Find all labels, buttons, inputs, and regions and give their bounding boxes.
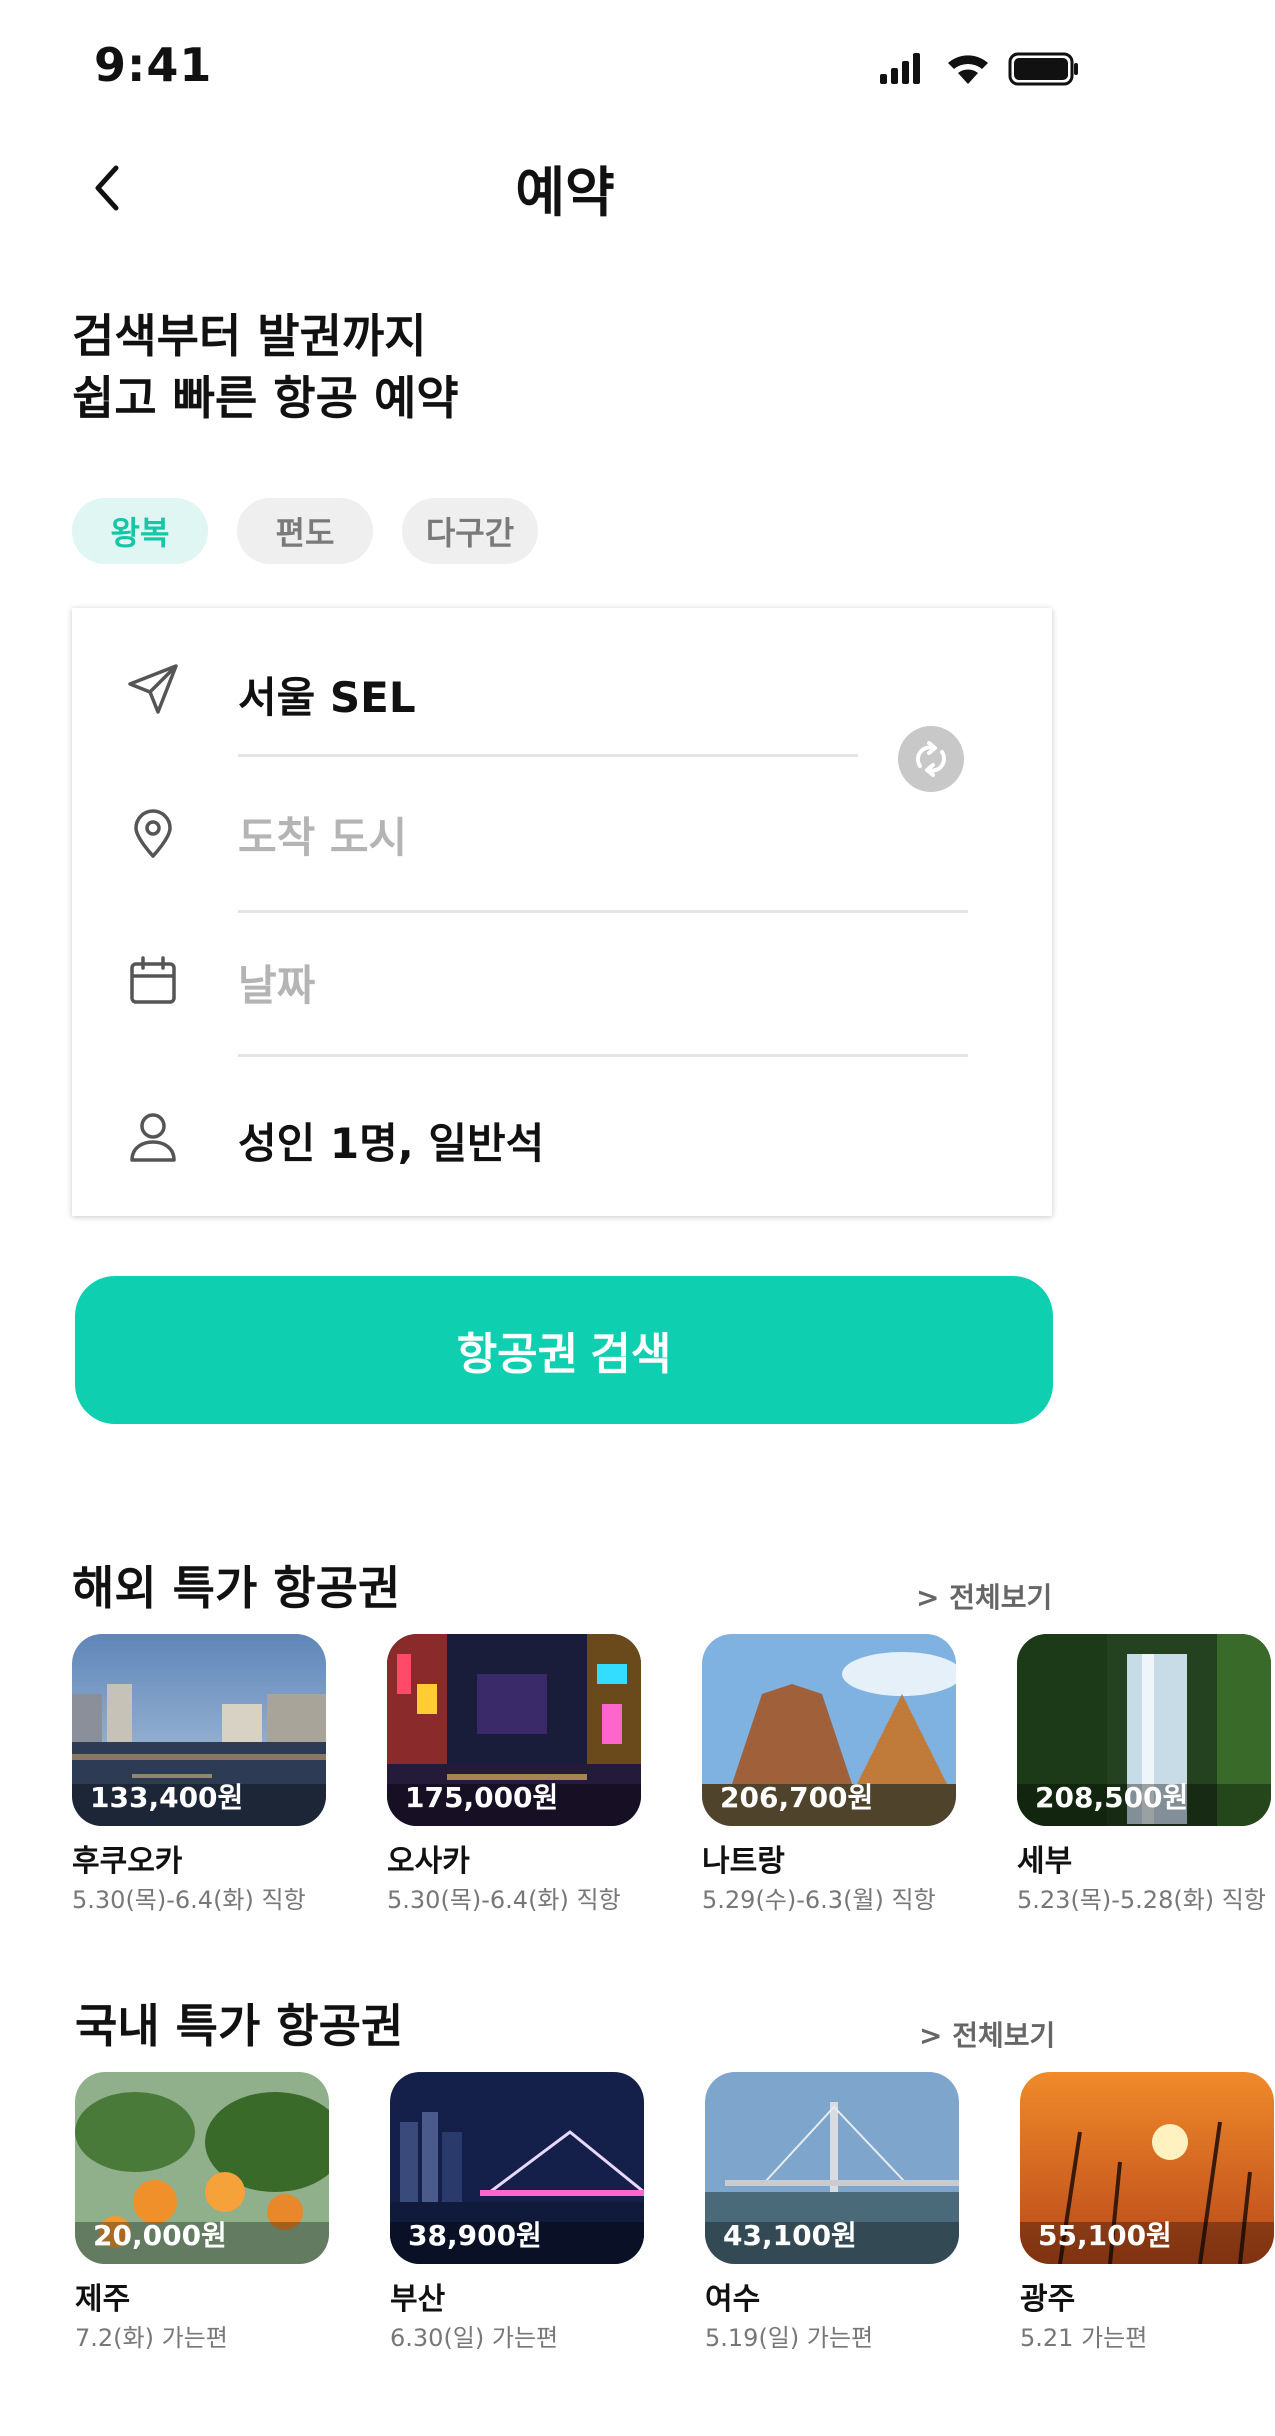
deal-date: 5.30(목)-6.4(화) 직항	[72, 1886, 306, 1914]
swap-icon	[916, 741, 946, 777]
deal-date: 6.30(일) 가는편	[390, 2324, 559, 2352]
deal-date: 7.2(화) 가는편	[75, 2324, 228, 2352]
deal-card-osaka[interactable]: 175,000원 오사카 5.30(목)-6.4(화) 직항	[387, 1634, 647, 1915]
date-field[interactable]: 날짜	[238, 952, 315, 1013]
deal-card-nha-trang[interactable]: 206,700원 나트랑 5.29(수)-6.3(월) 직항	[702, 1634, 962, 1915]
deal-card-yeosu[interactable]: 43,100원 여수 5.19(일) 가는편	[705, 2072, 965, 2353]
headline-line2: 쉽고 빠른 항공 예약	[72, 371, 459, 425]
deal-date: 5.30(목)-6.4(화) 직항	[387, 1886, 621, 1914]
headline-line1: 검색부터 발권까지	[72, 309, 427, 363]
deal-image: 206,700원	[702, 1634, 956, 1826]
domestic-see-all-link[interactable]: > 전체보기	[919, 2014, 1055, 2054]
deal-price: 175,000원	[405, 1781, 559, 1814]
deal-date: 5.21 가는편	[1020, 2324, 1148, 2352]
deal-price: 38,900원	[408, 2219, 542, 2252]
deal-city: 광주	[1020, 2282, 1076, 2317]
divider	[238, 754, 858, 757]
send-icon	[124, 660, 182, 718]
deal-image: 38,900원	[390, 2072, 644, 2264]
deal-price: 20,000원	[93, 2219, 227, 2252]
arrival-field[interactable]: 도착 도시	[238, 804, 407, 865]
deal-image: 43,100원	[705, 2072, 959, 2264]
deal-city: 오사카	[387, 1844, 470, 1879]
status-icons	[880, 48, 1080, 88]
page-title: 예약	[515, 161, 615, 224]
tab-one-way[interactable]: 편도	[237, 498, 373, 564]
headline: 검색부터 발권까지 쉽고 빠른 항공 예약	[72, 305, 459, 429]
deal-image: 175,000원	[387, 1634, 641, 1826]
signal-wifi-battery-icon	[880, 52, 1078, 86]
passenger-field[interactable]: 성인 1명, 일반석	[238, 1110, 544, 1171]
deal-card-gwangju[interactable]: 55,100원 광주 5.21 가는편	[1020, 2072, 1275, 2353]
deal-price: 133,400원	[90, 1781, 244, 1814]
person-icon	[124, 1108, 182, 1166]
deal-city: 세부	[1017, 1844, 1073, 1879]
search-form-card: 서울 SEL 도착 도시 날짜 성인 1명, 일반석	[72, 608, 1052, 1216]
deal-card-fukuoka[interactable]: 133,400원 후쿠오카 5.30(목)-6.4(화) 직항	[72, 1634, 332, 1915]
location-pin-icon	[124, 804, 182, 862]
status-time: 9:41	[94, 38, 213, 92]
deal-card-cebu[interactable]: 208,500원 세부 5.23(목)-5.28(화) 직항	[1017, 1634, 1275, 1915]
deal-city: 후쿠오카	[72, 1844, 183, 1879]
deal-image: 208,500원	[1017, 1634, 1271, 1826]
deal-image: 20,000원	[75, 2072, 329, 2264]
search-flights-button[interactable]: 항공권 검색	[75, 1276, 1053, 1424]
deal-city: 제주	[75, 2282, 131, 2317]
deal-image: 55,100원	[1020, 2072, 1274, 2264]
divider	[238, 910, 968, 913]
deal-card-jeju[interactable]: 20,000원 제주 7.2(화) 가는편	[75, 2072, 335, 2353]
deal-price: 55,100원	[1038, 2219, 1172, 2252]
departure-field[interactable]: 서울 SEL	[238, 664, 416, 725]
overseas-see-all-link[interactable]: > 전체보기	[916, 1576, 1052, 1616]
deal-image: 133,400원	[72, 1634, 326, 1826]
tab-multi-city[interactable]: 다구간	[402, 498, 538, 564]
overseas-section-title: 해외 특가 항공권	[72, 1561, 401, 1615]
deal-date: 5.19(일) 가는편	[705, 2324, 874, 2352]
deal-date: 5.29(수)-6.3(월) 직항	[702, 1886, 936, 1914]
deal-date: 5.23(목)-5.28(화) 직항	[1017, 1886, 1266, 1914]
deal-price: 208,500원	[1035, 1781, 1189, 1814]
deal-price: 206,700원	[720, 1781, 874, 1814]
deal-city: 여수	[705, 2282, 761, 2317]
divider	[238, 1054, 968, 1057]
deal-price: 43,100원	[723, 2219, 857, 2252]
tab-round-trip[interactable]: 왕복	[72, 498, 208, 564]
calendar-icon	[124, 952, 182, 1010]
deal-city: 나트랑	[702, 1844, 785, 1879]
deal-card-busan[interactable]: 38,900원 부산 6.30(일) 가는편	[390, 2072, 650, 2353]
deal-city: 부산	[390, 2282, 446, 2317]
domestic-section-title: 국내 특가 항공권	[75, 1999, 404, 2053]
swap-button[interactable]	[898, 726, 964, 792]
